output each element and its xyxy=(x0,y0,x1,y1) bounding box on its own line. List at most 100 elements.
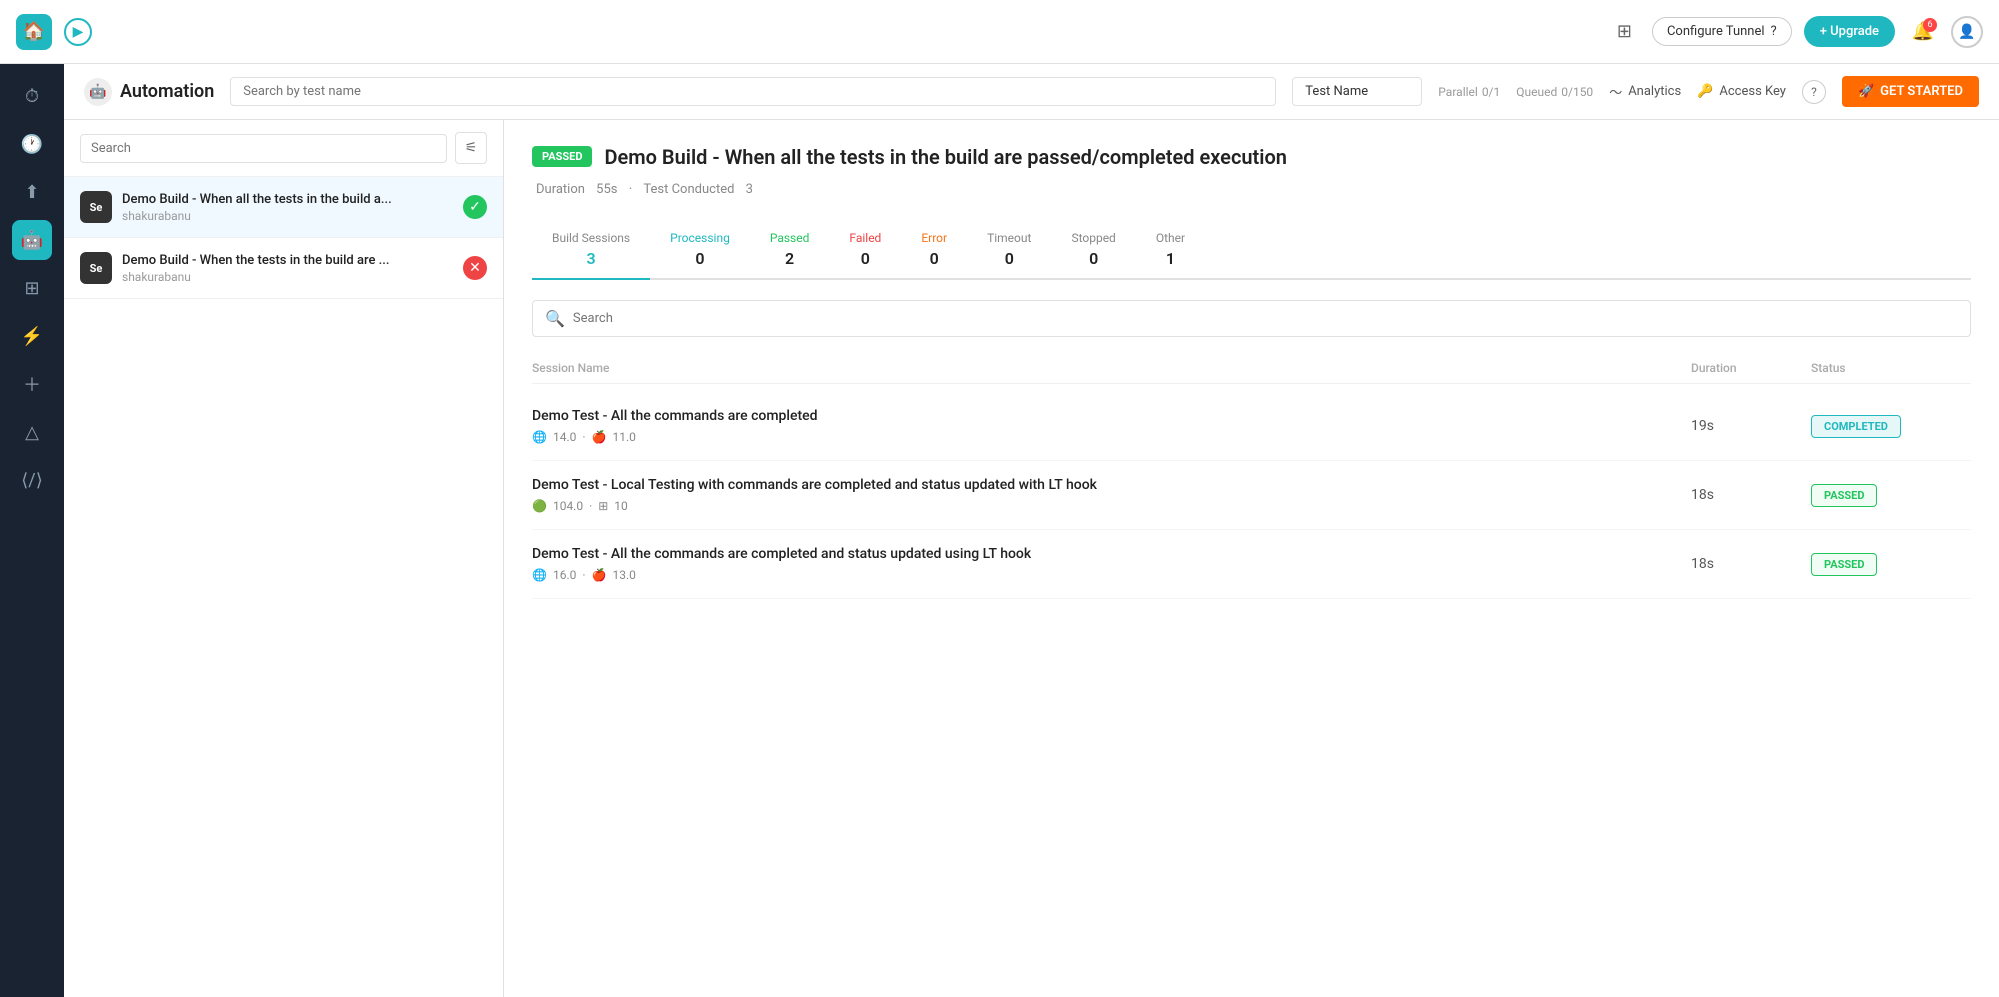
stat-label-build-sessions: Build Sessions xyxy=(552,231,630,245)
build-status-passed-icon: ✓ xyxy=(463,195,487,219)
th-session-name: Session Name xyxy=(532,361,1691,375)
stat-processing[interactable]: Processing 0 xyxy=(650,221,750,278)
stat-value-stopped: 0 xyxy=(1071,249,1115,268)
grid-icon[interactable]: ⊞ xyxy=(1617,21,1632,42)
th-duration: Duration xyxy=(1691,361,1811,375)
search-by-test-name-input[interactable] xyxy=(230,77,1276,106)
stat-timeout[interactable]: Timeout 0 xyxy=(967,221,1051,278)
secondary-header: 🤖 Automation Test Name Parallel 0/1 Queu… xyxy=(64,64,1999,120)
access-key-button[interactable]: 🔑 Access Key xyxy=(1697,84,1786,99)
session-status-2: PASSED xyxy=(1811,484,1971,507)
test-conducted-label: Test Conducted xyxy=(643,182,734,197)
sidebar-item-automation[interactable]: 🤖 xyxy=(12,220,52,260)
nav-forward-btn[interactable]: ▶ xyxy=(64,18,92,46)
body-split: ⚟ Se Demo Build - When all the tests in … xyxy=(64,120,1999,997)
left-panel-header: ⚟ xyxy=(64,120,503,177)
logo[interactable]: 🏠 xyxy=(16,14,52,50)
status-badge-passed-2: PASSED xyxy=(1811,484,1877,507)
session-name-3: Demo Test - All the commands are complet… xyxy=(532,546,1691,562)
os-icon-1: 🍎 xyxy=(592,430,607,444)
build-avatar-1: Se xyxy=(80,191,112,223)
build-meta: Duration 55s · Test Conducted 3 xyxy=(532,182,1971,197)
session-row-2[interactable]: Demo Test - Local Testing with commands … xyxy=(532,461,1971,530)
os-icon-2: ⊞ xyxy=(598,499,608,513)
build-info-1: Demo Build - When all the tests in the b… xyxy=(122,192,453,223)
configure-tunnel-label: Configure Tunnel xyxy=(1667,24,1765,39)
build-item-1[interactable]: Se Demo Build - When all the tests in th… xyxy=(64,177,503,238)
sidebar-item-dashboard[interactable]: ⏱ xyxy=(12,76,52,116)
stats-row: Build Sessions 3 Processing 0 Passed 2 F… xyxy=(532,221,1971,280)
get-started-button[interactable]: 🚀 GET STARTED xyxy=(1842,76,1979,107)
duration-value: 55s xyxy=(596,182,617,197)
sidebar-item-add[interactable]: ＋ xyxy=(12,364,52,404)
browser-version-2: 104.0 xyxy=(553,499,583,513)
browser-version-3: 16.0 xyxy=(553,568,576,582)
analytics-button[interactable]: 〜 Analytics xyxy=(1609,82,1681,101)
build-user-1: shakurabanu xyxy=(122,209,453,223)
session-duration-2: 18s xyxy=(1691,487,1811,503)
status-badge-passed-3: PASSED xyxy=(1811,553,1877,576)
help-button[interactable]: ? xyxy=(1802,80,1826,104)
stat-passed[interactable]: Passed 2 xyxy=(750,221,830,278)
notification-bell[interactable]: 🔔 6 xyxy=(1907,16,1939,48)
main-layout: ⏱ 🕐 ⬆ 🤖 ⊞ ⚡ ＋ △ ⟨/⟩ 🤖 Automation Test Na… xyxy=(0,64,1999,997)
stat-failed[interactable]: Failed 0 xyxy=(829,221,901,278)
build-status-failed-icon: ✕ xyxy=(463,256,487,280)
parallel-info: Parallel 0/1 xyxy=(1438,85,1500,99)
session-row-1[interactable]: Demo Test - All the commands are complet… xyxy=(532,392,1971,461)
question-icon: ? xyxy=(1771,24,1777,39)
session-name-2: Demo Test - Local Testing with commands … xyxy=(532,477,1691,493)
session-search-icon: 🔍 xyxy=(545,309,565,328)
automation-icon: 🤖 xyxy=(84,78,112,106)
session-row-3[interactable]: Demo Test - All the commands are complet… xyxy=(532,530,1971,599)
stat-error[interactable]: Error 0 xyxy=(901,221,967,278)
session-info-2: Demo Test - Local Testing with commands … xyxy=(532,477,1691,513)
sidebar-item-code[interactable]: ⟨/⟩ xyxy=(12,460,52,500)
session-meta-2: 🟢 104.0 · ⊞ 10 xyxy=(532,499,1691,513)
stat-other[interactable]: Other 1 xyxy=(1136,221,1205,278)
stat-build-sessions[interactable]: Build Sessions 3 xyxy=(532,221,650,280)
stat-value-processing: 0 xyxy=(670,249,730,268)
sidebar-item-shapes[interactable]: △ xyxy=(12,412,52,452)
sidebar-item-upload[interactable]: ⬆ xyxy=(12,172,52,212)
upgrade-button[interactable]: + Upgrade xyxy=(1804,16,1895,47)
stat-value-build-sessions: 3 xyxy=(552,249,630,268)
key-icon: 🔑 xyxy=(1697,84,1713,99)
sidebar-item-lightning[interactable]: ⚡ xyxy=(12,316,52,356)
sidebar-item-grid[interactable]: ⊞ xyxy=(12,268,52,308)
build-name-1: Demo Build - When all the tests in the b… xyxy=(122,192,453,207)
stat-value-failed: 0 xyxy=(849,249,881,268)
os-icon-3: 🍎 xyxy=(592,568,607,582)
stat-value-passed: 2 xyxy=(770,249,810,268)
configure-tunnel-button[interactable]: Configure Tunnel ? xyxy=(1652,17,1792,46)
stat-value-other: 1 xyxy=(1156,249,1185,268)
stat-label-processing: Processing xyxy=(670,231,730,245)
build-info-2: Demo Build - When the tests in the build… xyxy=(122,253,453,284)
session-info-1: Demo Test - All the commands are complet… xyxy=(532,408,1691,444)
content-area: 🤖 Automation Test Name Parallel 0/1 Queu… xyxy=(64,64,1999,997)
browser-icon-1: 🌐 xyxy=(532,430,547,444)
test-conducted-value: 3 xyxy=(746,182,753,197)
build-name-2: Demo Build - When the tests in the build… xyxy=(122,253,453,268)
stat-label-error: Error xyxy=(921,231,947,245)
build-item-2[interactable]: Se Demo Build - When the tests in the bu… xyxy=(64,238,503,299)
sidebar-item-history[interactable]: 🕐 xyxy=(12,124,52,164)
session-duration-3: 18s xyxy=(1691,556,1811,572)
build-detail-header: PASSED Demo Build - When all the tests i… xyxy=(532,144,1971,170)
rocket-icon: 🚀 xyxy=(1858,84,1874,99)
meta-dot: · xyxy=(629,182,632,197)
user-avatar[interactable]: 👤 xyxy=(1951,16,1983,48)
stat-stopped[interactable]: Stopped 0 xyxy=(1051,221,1135,278)
table-header: Session Name Duration Status xyxy=(532,353,1971,384)
topbar: 🏠 ▶ ⊞ Configure Tunnel ? + Upgrade 🔔 6 👤 xyxy=(0,0,1999,64)
stat-label-passed: Passed xyxy=(770,231,810,245)
session-search-input[interactable] xyxy=(573,311,1958,326)
test-name-select[interactable]: Test Name xyxy=(1292,77,1422,106)
session-name-1: Demo Test - All the commands are complet… xyxy=(532,408,1691,424)
passed-badge: PASSED xyxy=(532,146,592,167)
stat-label-failed: Failed xyxy=(849,231,881,245)
filter-button[interactable]: ⚟ xyxy=(455,132,487,164)
left-search-input[interactable] xyxy=(80,134,447,163)
upgrade-label: + Upgrade xyxy=(1820,24,1879,39)
os-version-2: 10 xyxy=(614,499,628,513)
